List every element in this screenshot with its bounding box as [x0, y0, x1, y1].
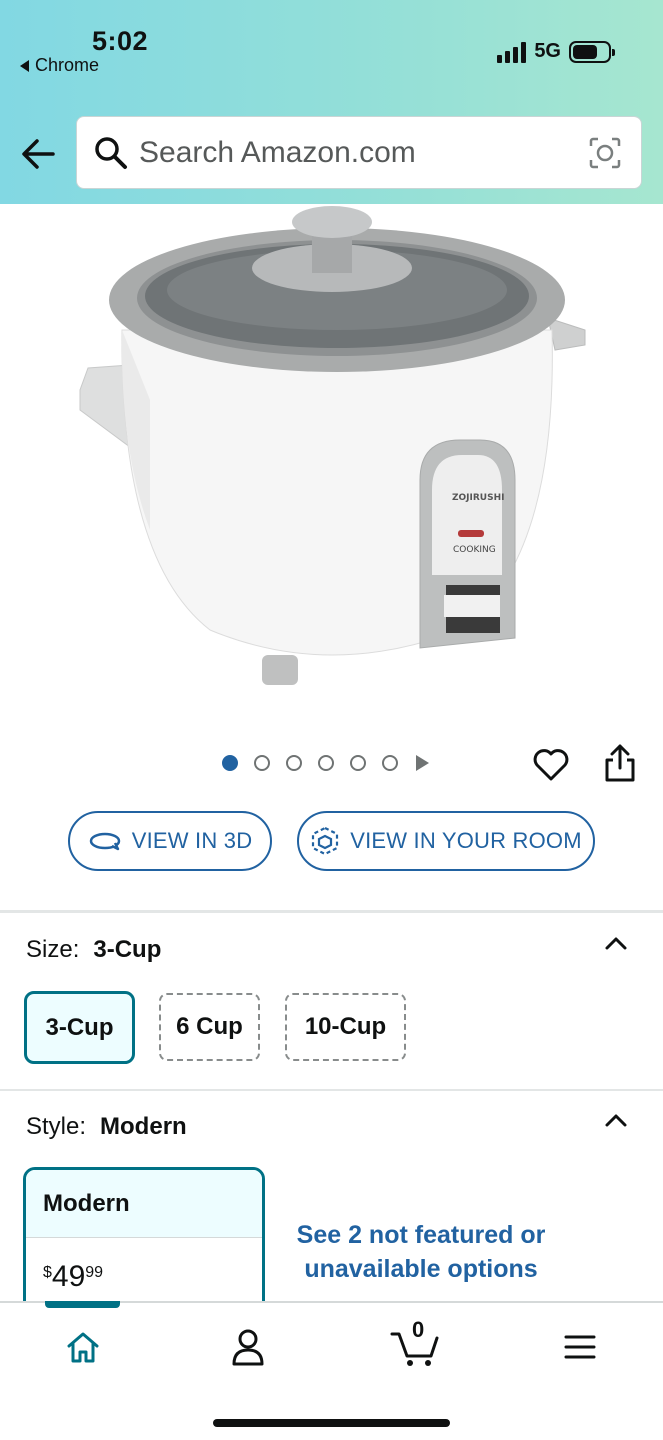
- style-label-row: Style: Modern: [26, 1113, 187, 1141]
- back-arrow-icon[interactable]: [20, 132, 56, 176]
- pagination-dot[interactable]: [350, 755, 366, 771]
- section-divider: [0, 1089, 663, 1091]
- nav-menu[interactable]: [555, 1325, 605, 1369]
- nav-account[interactable]: [223, 1325, 273, 1369]
- style-option-title: Modern: [26, 1170, 262, 1238]
- size-option-label: 6 Cup: [176, 1013, 243, 1040]
- product-image[interactable]: ZOJIRUSHI COOKING: [60, 200, 600, 700]
- search-bar[interactable]: [76, 116, 642, 189]
- size-label: Size:: [26, 936, 80, 963]
- view-in-your-room-label: VIEW IN YOUR ROOM: [350, 828, 582, 853]
- size-option-10-cup[interactable]: 10-Cup: [285, 993, 406, 1061]
- pagination-dot[interactable]: [318, 755, 334, 771]
- size-collapse-chevron-up-icon[interactable]: [604, 935, 628, 951]
- rotate-3d-icon: [89, 832, 120, 851]
- hamburger-menu-icon: [564, 1335, 596, 1359]
- battery-icon: [569, 40, 615, 63]
- network-label: 5G: [534, 40, 561, 62]
- style-collapse-chevron-up-icon[interactable]: [604, 1112, 628, 1128]
- price-whole: 49: [51, 1260, 86, 1293]
- pagination-dot[interactable]: [222, 755, 238, 771]
- view-in-3d-button[interactable]: VIEW IN 3D: [68, 811, 272, 871]
- bottom-nav: 0: [0, 1301, 663, 1440]
- svg-text:ZOJIRUSHI: ZOJIRUSHI: [452, 493, 504, 503]
- size-option-label: 10-Cup: [304, 1013, 387, 1040]
- price-symbol: $: [43, 1264, 52, 1281]
- active-tab-indicator: [45, 1301, 120, 1308]
- see-unavailable-options-link[interactable]: See 2 not featured or unavailable option…: [296, 1218, 546, 1286]
- nav-home[interactable]: [58, 1325, 108, 1369]
- home-icon: [67, 1332, 99, 1363]
- back-app-label: Chrome: [35, 55, 100, 75]
- cart-count-badge: 0: [412, 1317, 425, 1342]
- size-option-6-cup[interactable]: 6 Cup: [159, 993, 260, 1061]
- back-triangle-icon: [20, 59, 29, 72]
- back-to-app[interactable]: Chrome: [20, 55, 99, 76]
- ar-cube-icon: [312, 826, 339, 856]
- heart-icon[interactable]: [532, 746, 570, 784]
- size-label-row: Size: 3-Cup: [26, 936, 161, 964]
- svg-text:COOKING: COOKING: [453, 545, 496, 555]
- view-in-3d-label: VIEW IN 3D: [131, 828, 253, 853]
- price-fraction: 99: [85, 1264, 104, 1281]
- pagination-dot[interactable]: [254, 755, 270, 771]
- search-icon: [95, 136, 127, 169]
- video-play-icon[interactable]: [416, 755, 429, 771]
- image-pagination[interactable]: [222, 755, 429, 771]
- home-indicator-bar: [213, 1419, 450, 1427]
- search-input[interactable]: [139, 135, 559, 170]
- camera-search-icon[interactable]: [587, 135, 623, 171]
- product-page: 5:02 Chrome 5G Search Amazon.com ZOJIRUS…: [0, 0, 663, 1440]
- size-option-3-cup[interactable]: 3-Cup: [24, 991, 135, 1064]
- pagination-dot[interactable]: [286, 755, 302, 771]
- size-selected-value: 3-Cup: [93, 936, 162, 963]
- style-option-price: $ 49 99: [43, 1260, 103, 1294]
- status-time: 5:02: [92, 26, 149, 56]
- share-icon[interactable]: [602, 742, 638, 784]
- status-indicators: 5G: [497, 40, 615, 63]
- pagination-dot[interactable]: [382, 755, 398, 771]
- account-icon: [232, 1329, 264, 1366]
- view-in-your-room-button[interactable]: VIEW IN YOUR ROOM: [297, 811, 595, 871]
- section-divider: [0, 910, 663, 913]
- style-label: Style:: [26, 1113, 87, 1140]
- signal-icon: [497, 41, 527, 63]
- style-selected-value: Modern: [100, 1113, 187, 1140]
- size-option-label: 3-Cup: [45, 1013, 114, 1041]
- header: 5:02 Chrome 5G: [0, 0, 663, 204]
